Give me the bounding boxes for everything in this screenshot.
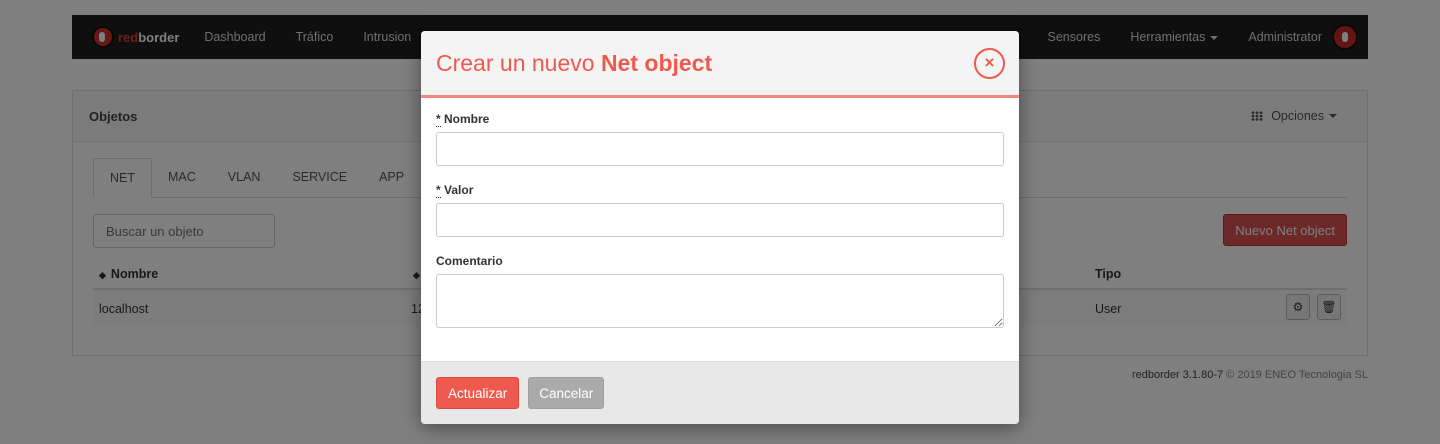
modal-header: Crear un nuevo Net object × (421, 31, 1019, 98)
value-input[interactable] (436, 203, 1004, 237)
modal-title-bold: Net object (600, 49, 713, 76)
modal-body: * Nombre * Valor Comentario (421, 98, 1019, 331)
name-input[interactable] (436, 132, 1004, 166)
cancel-button[interactable]: Cancelar (528, 377, 605, 409)
name-field-label: * Nombre (436, 112, 1004, 127)
name-label-text: Nombre (444, 112, 490, 126)
value-field-label: * Valor (436, 183, 1004, 198)
create-net-object-modal: Crear un nuevo Net object × * Nombre * V… (421, 31, 1019, 424)
update-button[interactable]: Actualizar (436, 377, 520, 409)
comment-textarea[interactable] (436, 274, 1004, 328)
value-label-text: Valor (444, 183, 474, 197)
modal-title-prefix: Crear un nuevo (436, 49, 595, 76)
required-mark: * (436, 112, 441, 127)
modal-title: Crear un nuevo Net object (436, 50, 712, 77)
modal-footer: Actualizar Cancelar (421, 361, 1019, 424)
close-icon[interactable]: × (974, 47, 1005, 79)
required-mark: * (436, 183, 441, 198)
comment-field-label: Comentario (436, 254, 503, 268)
